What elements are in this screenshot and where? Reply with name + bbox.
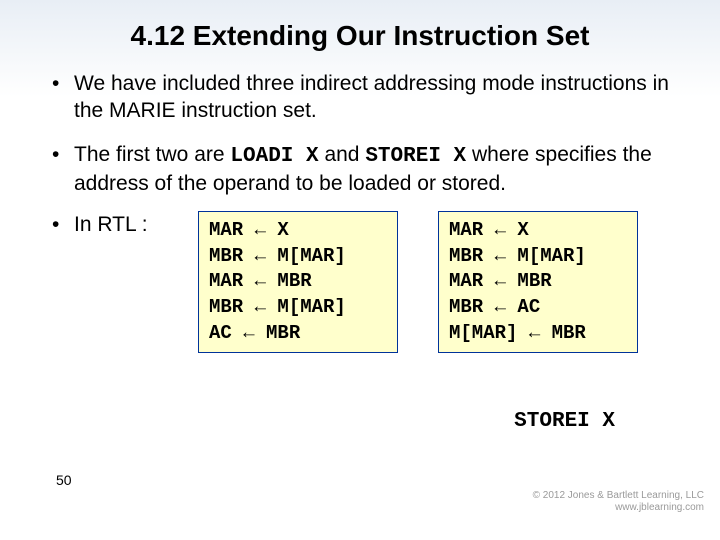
bullet-list: We have included three indirect addressi… <box>0 70 720 197</box>
copyright: © 2012 Jones & Bartlett Learning, LLC ww… <box>533 490 704 514</box>
rtl-box-storei: MAR ← X MBR ← M[MAR] MAR ← MBR MBR ← AC … <box>438 211 638 353</box>
rtl-box-loadi: MAR ← X MBR ← M[MAR] MAR ← MBR MBR ← M[M… <box>198 211 398 353</box>
bullet-3: In RTL : <box>50 213 178 237</box>
storei-caption: STOREI X <box>514 410 615 433</box>
bullet-2: The first two are LOADI X and STOREI X w… <box>50 141 670 198</box>
code-loadi: LOADI X <box>230 145 318 168</box>
copyright-url: www.jblearning.com <box>533 502 704 514</box>
page-title: 4.12 Extending Our Instruction Set <box>0 20 720 52</box>
code-storei: STOREI X <box>365 145 466 168</box>
page-number: 50 <box>56 472 72 488</box>
bullet-2-part2: and <box>324 143 365 166</box>
bullet-1: We have included three indirect addressi… <box>50 70 670 125</box>
bullet-2-part1: The first two are <box>74 143 230 166</box>
slide: 4.12 Extending Our Instruction Set We ha… <box>0 0 720 540</box>
copyright-line1: © 2012 Jones & Bartlett Learning, LLC <box>533 490 704 502</box>
